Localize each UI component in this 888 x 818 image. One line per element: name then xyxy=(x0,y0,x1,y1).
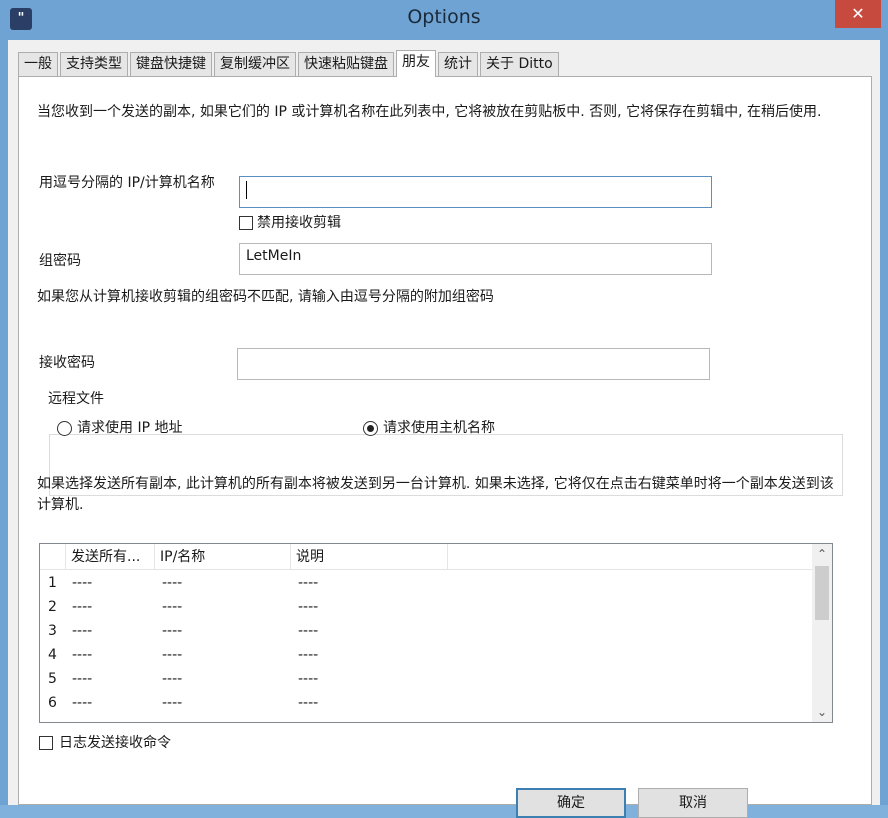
ip-list-input[interactable] xyxy=(239,176,712,208)
friends-panel: 当您收到一个发送的副本, 如果它们的 IP 或计算机名称在此列表中, 它将被放在… xyxy=(18,76,872,805)
cell-description: ---- xyxy=(298,623,319,639)
table-row[interactable]: 5 ---- ---- ---- xyxy=(40,667,812,691)
radio-selected-dot xyxy=(367,425,374,432)
tab-stats[interactable]: 统计 xyxy=(438,52,478,76)
table-row[interactable]: 4 ---- ---- ---- xyxy=(40,643,812,667)
friends-table[interactable]: 发送所有... IP/名称 说明 1 ---- ---- ---- 2 ----… xyxy=(39,543,833,723)
tab-supported-types[interactable]: 支持类型 xyxy=(60,52,128,76)
remote-files-title: 远程文件 xyxy=(46,388,106,408)
radio-request-hostname[interactable] xyxy=(363,421,378,436)
cell-ip-name: ---- xyxy=(162,647,183,663)
column-header-description[interactable]: 说明 xyxy=(291,544,448,570)
table-header: 发送所有... IP/名称 说明 xyxy=(40,544,812,570)
radio-request-hostname-label[interactable]: 请求使用主机名称 xyxy=(383,418,495,439)
row-number: 3 xyxy=(48,623,57,639)
column-header-num xyxy=(40,544,66,570)
log-commands-checkbox[interactable] xyxy=(39,736,53,750)
row-number: 2 xyxy=(48,599,57,615)
disable-receive-checkbox[interactable] xyxy=(239,216,253,230)
cell-send-all: ---- xyxy=(72,671,93,687)
options-window: " Options ✕ 一般 支持类型 键盘快捷键 复制缓冲区 快速粘贴键盘 朋… xyxy=(0,0,888,818)
cell-ip-name: ---- xyxy=(162,623,183,639)
radio-request-ip[interactable] xyxy=(57,421,72,436)
ok-button[interactable]: 确定 xyxy=(516,788,626,818)
tab-quick-paste-keyboard[interactable]: 快速粘贴键盘 xyxy=(298,52,394,76)
scroll-down-arrow-icon[interactable]: ⌄ xyxy=(812,702,832,722)
window-title: Options xyxy=(407,6,481,28)
cell-description: ---- xyxy=(298,575,319,591)
radio-request-ip-label[interactable]: 请求使用 IP 地址 xyxy=(77,418,182,439)
disable-receive-label[interactable]: 禁用接收剪辑 xyxy=(257,213,341,234)
cell-ip-name: ---- xyxy=(162,671,183,687)
cell-description: ---- xyxy=(298,647,319,663)
cell-send-all: ---- xyxy=(72,599,93,615)
receive-password-input[interactable] xyxy=(237,348,710,380)
cell-description: ---- xyxy=(298,599,319,615)
scroll-up-arrow-icon[interactable]: ⌃ xyxy=(812,544,832,564)
table-row[interactable]: 2 ---- ---- ---- xyxy=(40,595,812,619)
tab-keyboard-shortcuts[interactable]: 键盘快捷键 xyxy=(130,52,212,76)
tab-strip: 一般 支持类型 键盘快捷键 复制缓冲区 快速粘贴键盘 朋友 统计 关于 Ditt… xyxy=(18,50,561,77)
text-caret xyxy=(246,181,247,199)
tab-friends[interactable]: 朋友 xyxy=(396,50,436,77)
close-button[interactable]: ✕ xyxy=(835,0,881,28)
log-commands-label[interactable]: 日志发送接收命令 xyxy=(59,733,171,754)
group-password-value: LetMeIn xyxy=(246,248,302,264)
intro-text: 当您收到一个发送的副本, 如果它们的 IP 或计算机名称在此列表中, 它将被放在… xyxy=(37,104,822,120)
row-number: 5 xyxy=(48,671,57,687)
send-all-note: 如果选择发送所有副本, 此计算机的所有副本将被发送到另一台计算机. 如果未选择,… xyxy=(37,476,834,513)
row-number: 6 xyxy=(48,695,57,711)
cell-description: ---- xyxy=(298,671,319,687)
row-number: 4 xyxy=(48,647,57,663)
title-bar[interactable]: " Options ✕ xyxy=(0,0,888,40)
extra-password-note: 如果您从计算机接收剪辑的组密码不匹配, 请输入由逗号分隔的附加组密码 xyxy=(37,289,494,305)
row-number: 1 xyxy=(48,575,57,591)
table-scrollbar[interactable]: ⌃ ⌄ xyxy=(812,544,832,722)
cell-send-all: ---- xyxy=(72,647,93,663)
table-row[interactable]: 1 ---- ---- ---- xyxy=(40,571,812,595)
tab-copy-buffers[interactable]: 复制缓冲区 xyxy=(214,52,296,76)
table-row[interactable]: 3 ---- ---- ---- xyxy=(40,619,812,643)
cancel-button[interactable]: 取消 xyxy=(638,788,748,818)
ip-list-label: 用逗号分隔的 IP/计算机名称 xyxy=(39,175,215,191)
tab-about-ditto[interactable]: 关于 Ditto xyxy=(480,52,559,76)
table-row[interactable]: 6 ---- ---- ---- xyxy=(40,691,812,715)
group-password-input[interactable]: LetMeIn xyxy=(239,243,712,275)
column-header-ip-name[interactable]: IP/名称 xyxy=(155,544,291,570)
cell-send-all: ---- xyxy=(72,695,93,711)
cell-ip-name: ---- xyxy=(162,599,183,615)
dialog-client: 一般 支持类型 键盘快捷键 复制缓冲区 快速粘贴键盘 朋友 统计 关于 Ditt… xyxy=(8,40,880,818)
receive-password-label: 接收密码 xyxy=(39,355,95,371)
cell-ip-name: ---- xyxy=(162,695,183,711)
cell-send-all: ---- xyxy=(72,575,93,591)
scroll-thumb[interactable] xyxy=(815,566,829,620)
tab-general[interactable]: 一般 xyxy=(18,52,58,76)
cell-send-all: ---- xyxy=(72,623,93,639)
cell-description: ---- xyxy=(298,695,319,711)
group-password-label: 组密码 xyxy=(39,253,81,269)
cell-ip-name: ---- xyxy=(162,575,183,591)
column-header-send-all[interactable]: 发送所有... xyxy=(66,544,155,570)
